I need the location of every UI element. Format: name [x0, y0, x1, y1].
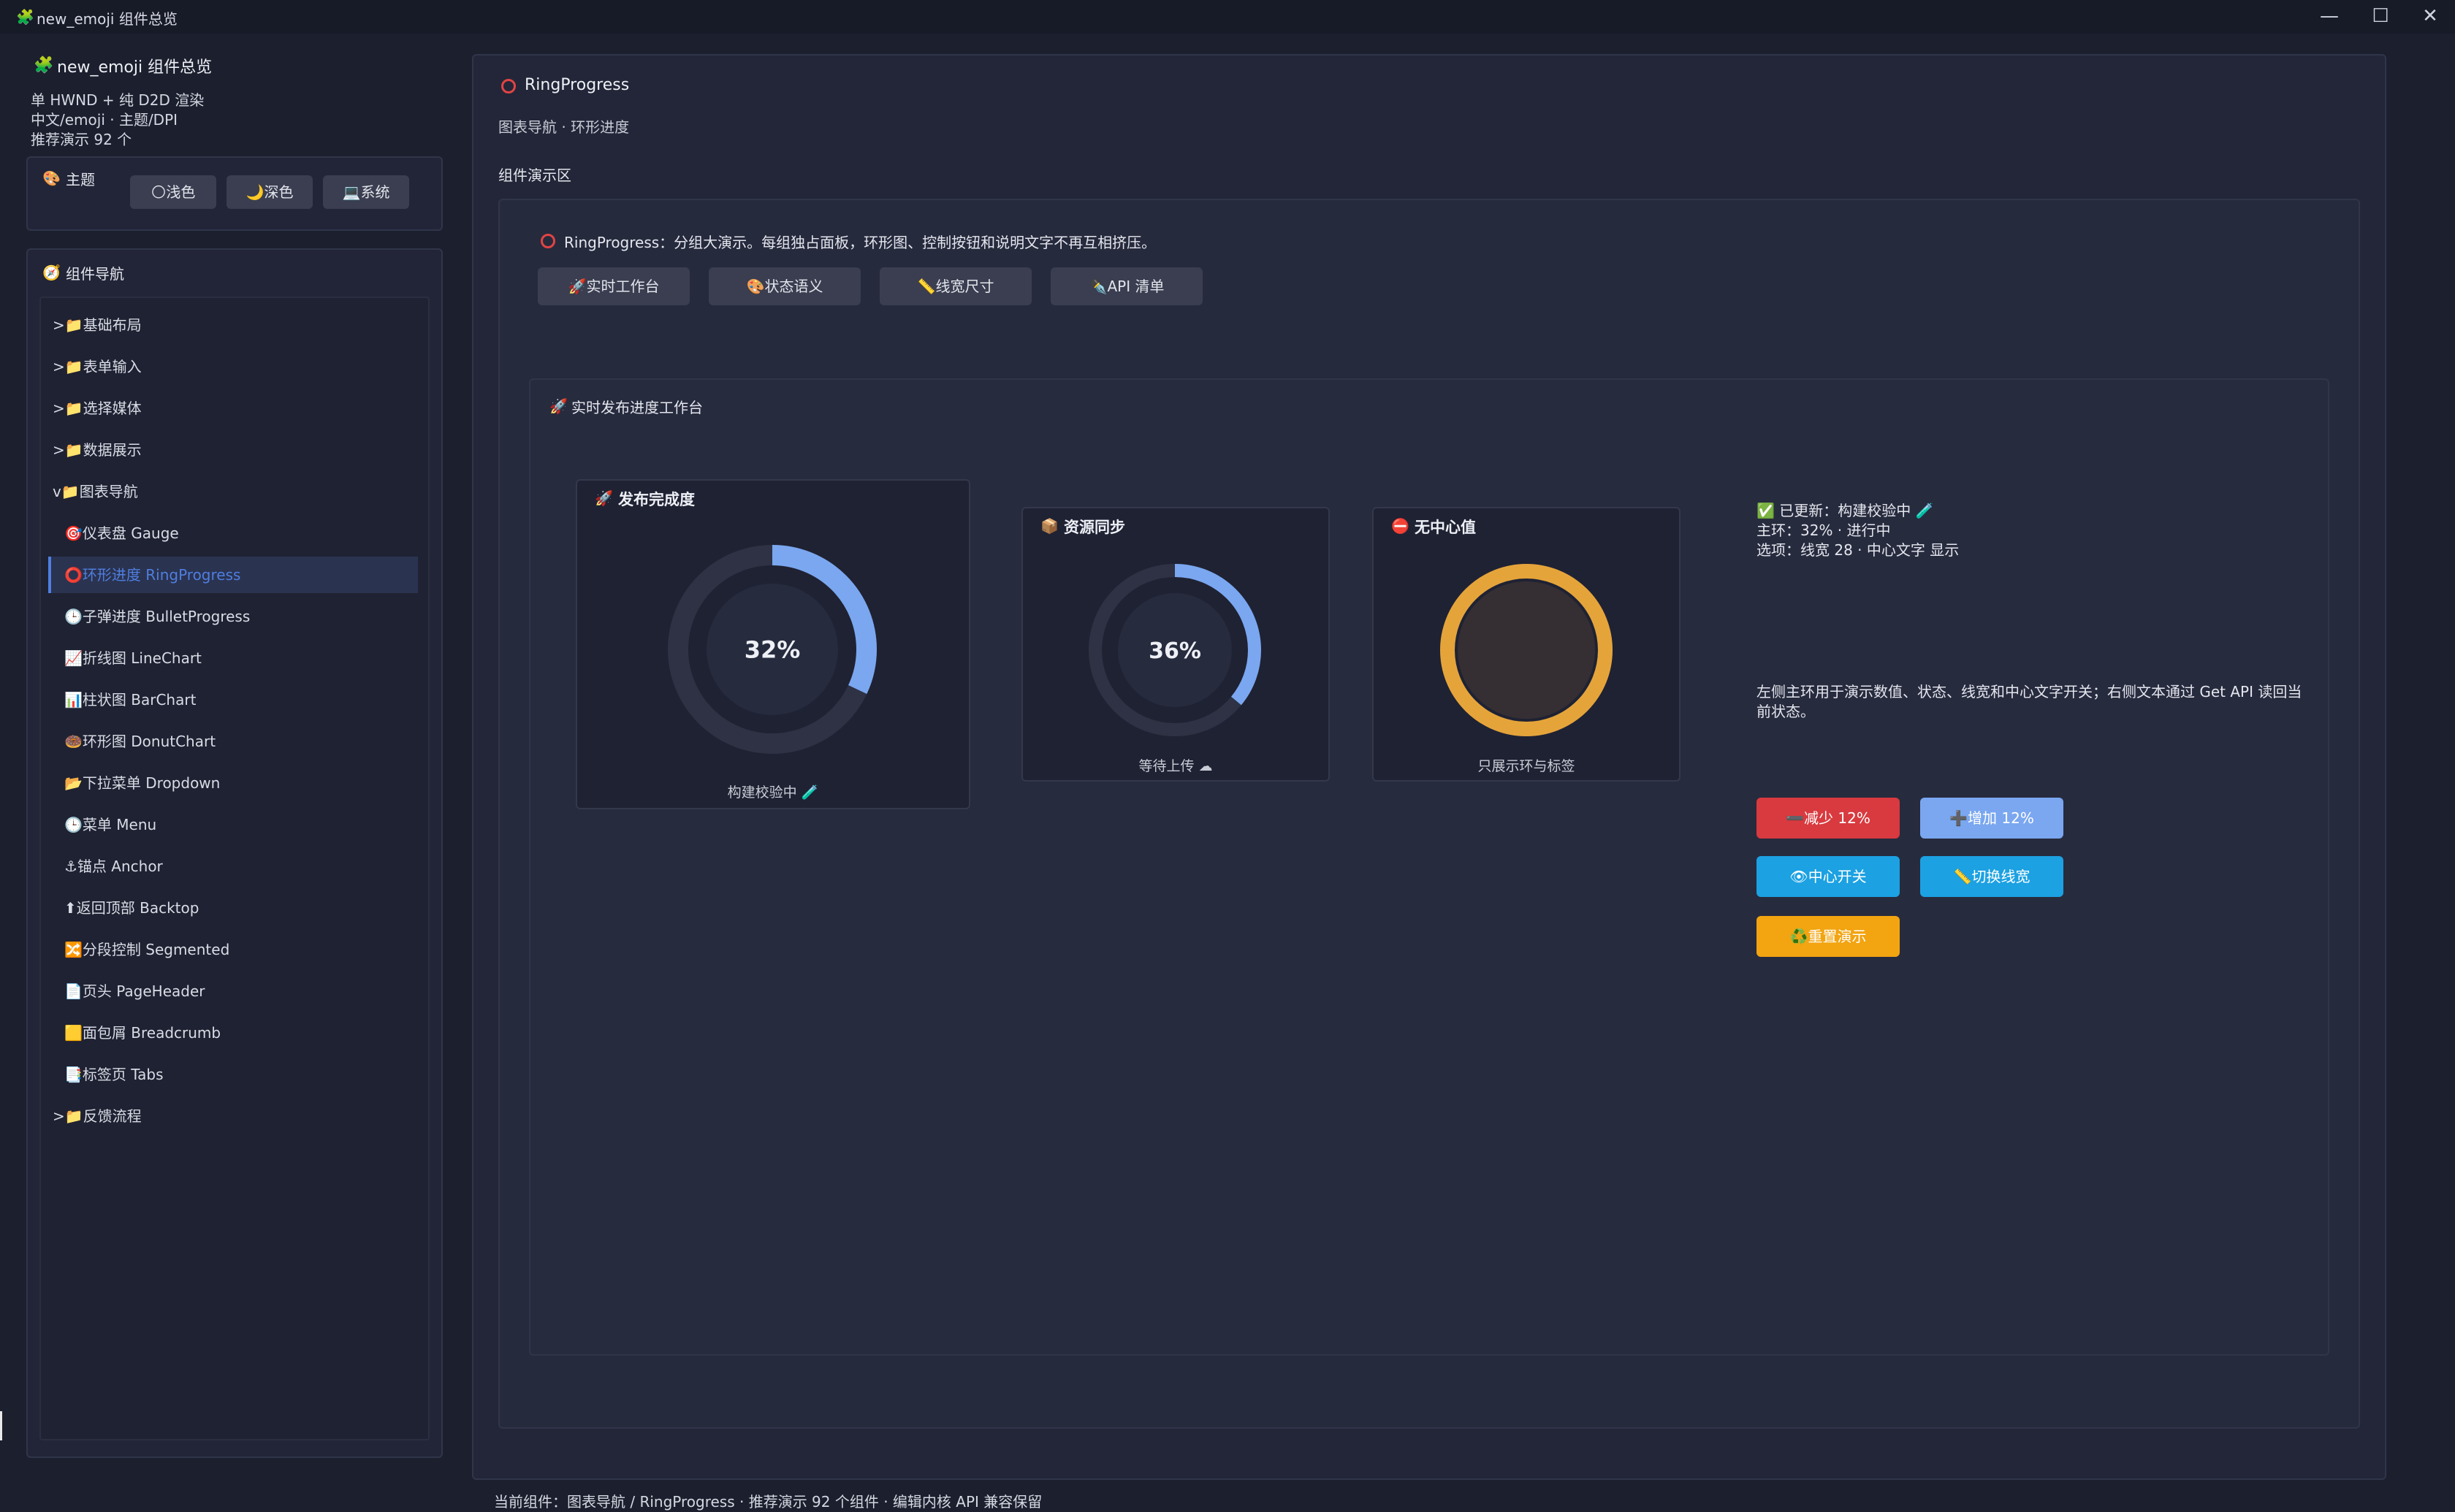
tree-item[interactable]: ⬆返回顶部 Backtop — [64, 890, 199, 926]
compass-icon: 🧭 — [42, 264, 61, 281]
box-icon: 📦 — [1040, 517, 1059, 535]
page-title: RingProgress — [525, 76, 630, 94]
card-caption: 只展示环与标签 — [1477, 758, 1575, 774]
nav-label: 组件导航 — [66, 265, 124, 283]
tree-item[interactable]: v📁图表导航 — [53, 473, 138, 510]
chip-line-width[interactable]: 📏线宽尺寸 — [880, 267, 1032, 305]
theme-dark-button[interactable]: 🌙深色 — [227, 175, 313, 209]
chip-status-semantics[interactable]: 🎨状态语义 — [709, 267, 861, 305]
palette-icon: 🎨 — [42, 169, 61, 187]
tree-item[interactable]: 🔀分段控制 Segmented — [64, 931, 229, 968]
theme-label: 主题 — [66, 171, 95, 188]
desc-line: 推荐演示 92 个 — [31, 131, 132, 148]
close-button[interactable]: ✕ — [2408, 0, 2452, 34]
ring-progress-nocenter[interactable] — [1439, 562, 1614, 738]
puzzle-icon: 🧩 — [34, 56, 54, 75]
chip-api-list[interactable]: ✒️API 清单 — [1051, 267, 1203, 305]
card-title: 发布完成度 — [618, 491, 695, 508]
intro-text: RingProgress：分组大演示。每组独占面板，环形图、控制按钮和说明文字不… — [564, 234, 1157, 251]
ring-center-label: 36% — [1149, 638, 1201, 664]
status-bar: 当前组件：图表导航 / RingProgress · 推荐演示 92 个组件 ·… — [494, 1493, 1043, 1511]
reset-button[interactable]: ♻️重置演示 — [1756, 916, 1900, 957]
app-description: 单 HWND + 纯 D2D 渲染 中文/emoji · 主题/DPI 推荐演示… — [31, 91, 204, 150]
decrease-button[interactable]: ➖减少 12% — [1756, 798, 1900, 839]
center-toggle-button[interactable]: 👁中心开关 — [1756, 856, 1900, 897]
minimize-button[interactable]: — — [2307, 0, 2351, 34]
tree-item[interactable]: 📄页头 PageHeader — [64, 973, 205, 1009]
theme-system-button[interactable]: 💻系统 — [323, 175, 409, 209]
tree-item-selected[interactable]: ⭕环形进度 RingProgress — [48, 557, 418, 593]
tree-item[interactable]: 📂下拉菜单 Dropdown — [64, 765, 220, 801]
title-bar: 🧩 new_emoji 组件总览 — ☐ ✕ — [0, 0, 2455, 34]
rocket-icon: 🚀 — [595, 489, 613, 507]
chip-live-workspace[interactable]: 🚀实时工作台 — [538, 267, 690, 305]
theme-option-label: 浅色 — [166, 183, 196, 201]
ring-icon — [501, 79, 516, 93]
tree-item[interactable]: 📊柱状图 BarChart — [64, 681, 196, 718]
status-line: 主环：32% · 进行中 — [1756, 522, 1891, 539]
tree-item[interactable]: 🟨面包屑 Breadcrumb — [64, 1015, 221, 1051]
app-window: 🧩 new_emoji 组件总览 — ☐ ✕ 🧩 new_emoji 组件总览 … — [0, 0, 2455, 1512]
ring-progress-publish[interactable]: 32% — [666, 543, 878, 755]
increase-button[interactable]: ➕增加 12% — [1920, 798, 2063, 839]
app-title: new_emoji 组件总览 — [57, 58, 213, 77]
tree-item[interactable]: >📁表单输入 — [53, 348, 142, 385]
ring-icon — [541, 234, 555, 248]
workspace-description: 左侧主环用于演示数值、状态、线宽和中心文字开关；右侧文本通过 Get API 读… — [1756, 683, 2302, 720]
card-title: 资源同步 — [1064, 519, 1125, 536]
laptop-icon: 💻 — [342, 183, 361, 201]
tree-item[interactable]: 🍩环形图 DonutChart — [64, 723, 216, 760]
stop-icon: ⛔ — [1391, 517, 1409, 535]
desc-line: 中文/emoji · 主题/DPI — [31, 111, 178, 129]
tree-item[interactable]: ⚓锚点 Anchor — [64, 848, 163, 885]
maximize-button[interactable]: ☐ — [2359, 0, 2402, 34]
line-width-button[interactable]: 📏切换线宽 — [1920, 856, 2063, 897]
tree-item[interactable]: 🕒子弹进度 BulletProgress — [64, 598, 250, 635]
card-caption: 构建校验中 🧪 — [727, 784, 819, 801]
moon-icon: 🌙 — [246, 183, 264, 201]
tree-item[interactable]: >📁选择媒体 — [53, 390, 142, 427]
status-line: 选项：线宽 28 · 中心文字 显示 — [1756, 541, 1960, 559]
theme-option-label: 系统 — [360, 183, 390, 201]
card-title: 无中心值 — [1415, 519, 1476, 536]
sun-icon: 🌕 — [151, 183, 167, 201]
demo-section-title: 组件演示区 — [498, 167, 571, 184]
tree-item[interactable]: 🕒菜单 Menu — [64, 806, 156, 843]
ring-center-label: 32% — [745, 636, 801, 664]
breadcrumb: 图表导航 · 环形进度 — [498, 118, 630, 136]
tree-item[interactable]: >📁反馈流程 — [53, 1098, 142, 1134]
tree-item[interactable]: >📁基础布局 — [53, 307, 142, 343]
theme-light-button[interactable]: 🌕浅色 — [130, 175, 216, 209]
workspace-title: 实时发布进度工作台 — [571, 399, 703, 416]
window-title: new_emoji 组件总览 — [37, 10, 178, 28]
rocket-icon: 🚀 — [549, 397, 568, 415]
tree-item[interactable]: 🎯仪表盘 Gauge — [64, 515, 179, 551]
desc-line: 单 HWND + 纯 D2D 渲染 — [31, 91, 205, 109]
puzzle-icon: 🧩 — [16, 8, 34, 26]
status-line: ✅ 已更新：构建校验中 🧪 — [1756, 502, 1934, 519]
window-edge-marker — [0, 1411, 2, 1440]
tree-item[interactable]: 📈折线图 LineChart — [64, 640, 202, 676]
tree-item[interactable]: >📁数据展示 — [53, 432, 142, 468]
card-caption: 等待上传 ☁ — [1138, 758, 1213, 774]
ring-progress-sync[interactable]: 36% — [1087, 562, 1263, 738]
tree-item[interactable]: 📑标签页 Tabs — [64, 1056, 164, 1093]
theme-option-label: 深色 — [264, 183, 294, 201]
status-readout: ✅ 已更新：构建校验中 🧪 主环：32% · 进行中 选项：线宽 28 · 中心… — [1756, 501, 1959, 560]
ring-center — [1458, 581, 1595, 719]
